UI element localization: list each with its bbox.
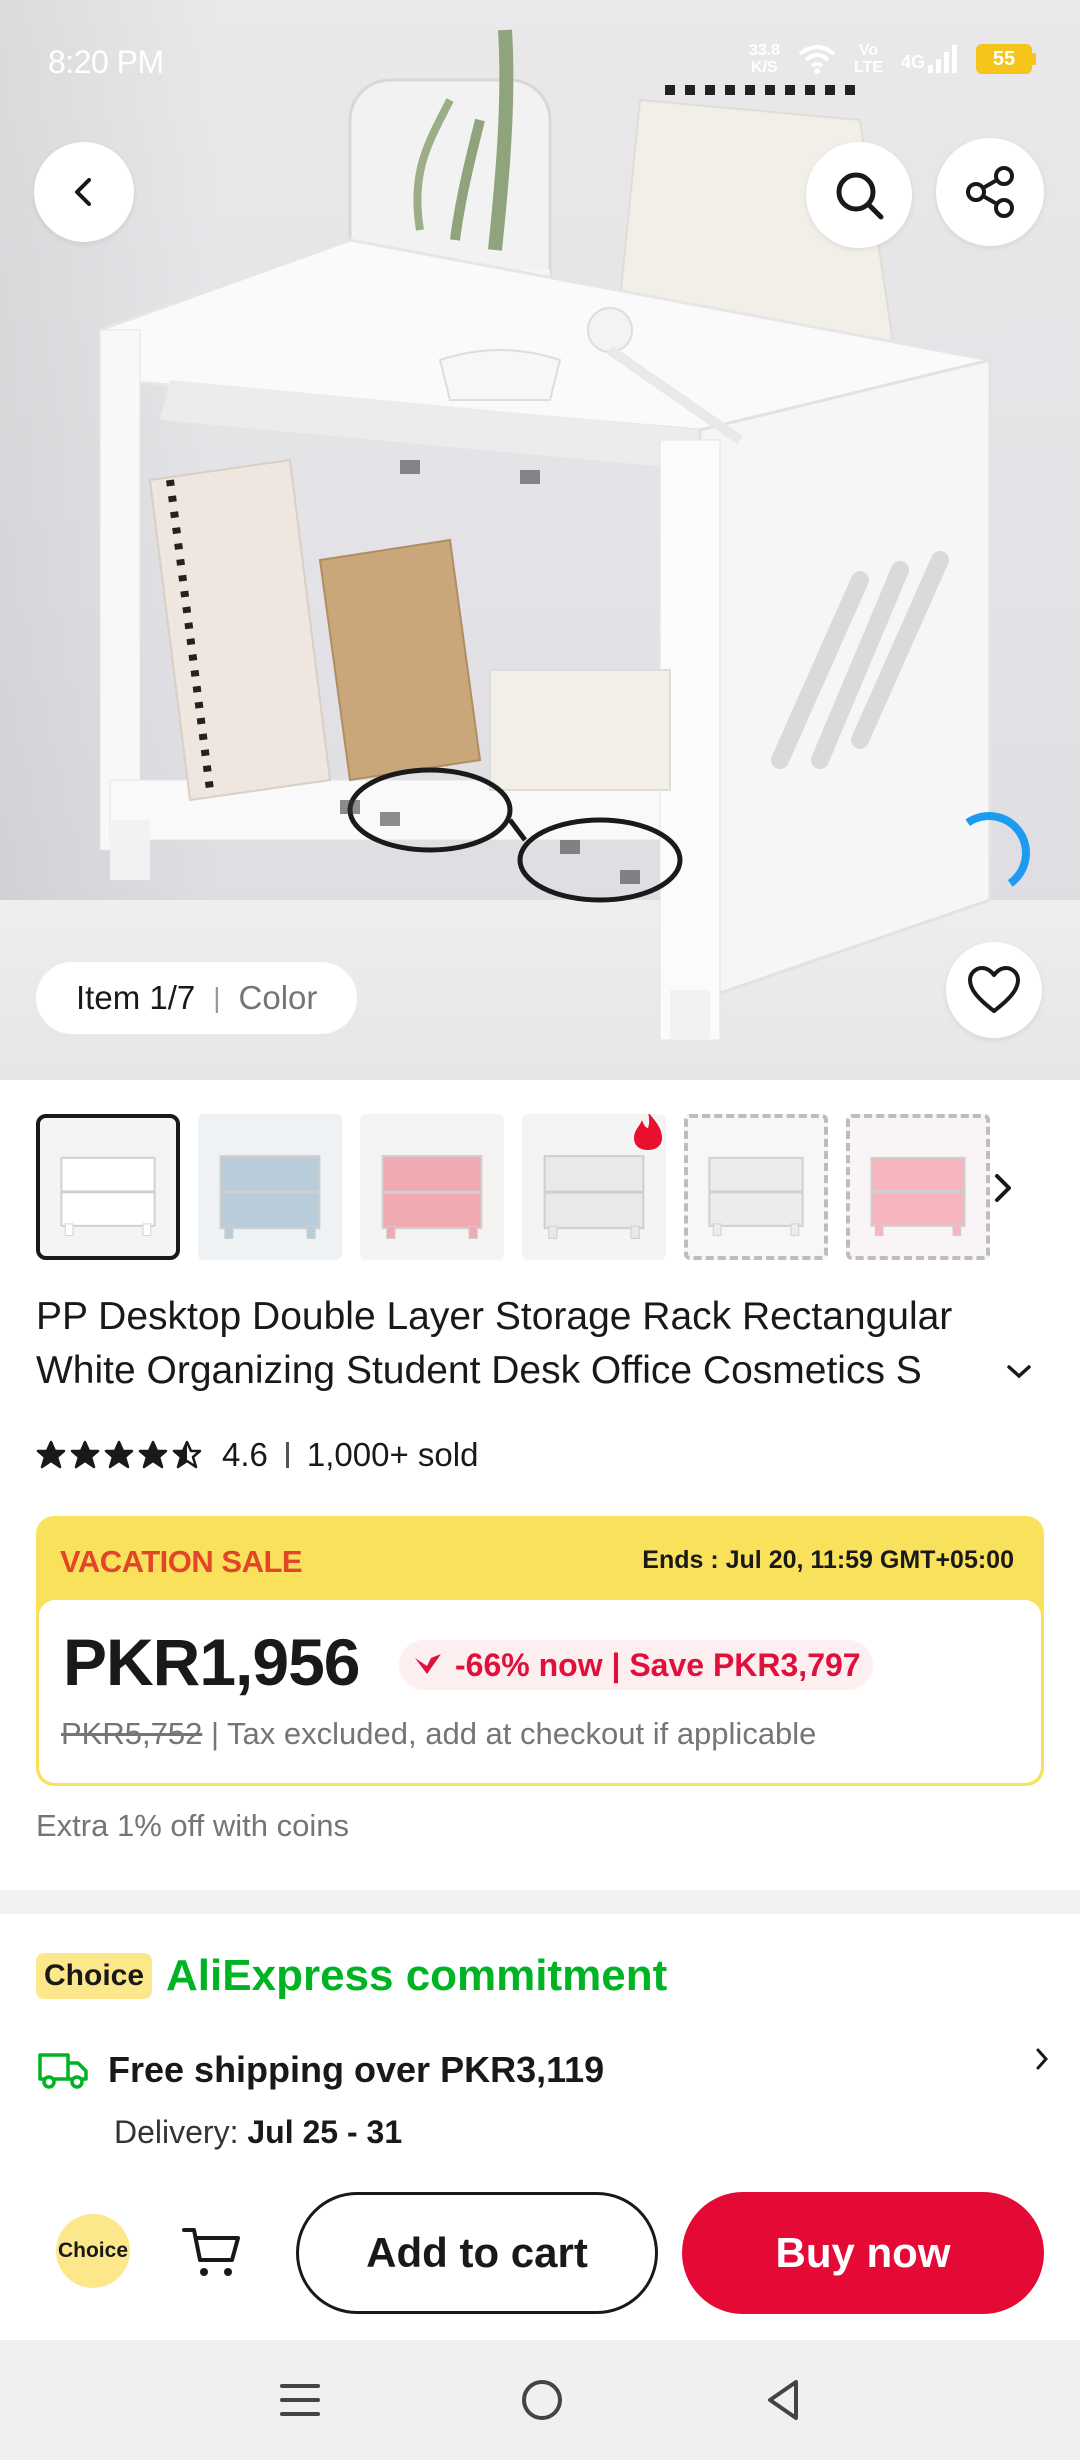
chevron-left-icon — [75, 178, 91, 206]
network-speed: 33.8 K/S — [749, 42, 780, 76]
original-price-row: PKR5,752 | Tax excluded, add at checkout… — [61, 1716, 816, 1752]
action-bar: Choice Add to cart Buy now — [0, 2170, 1080, 2340]
home-icon[interactable] — [519, 2377, 565, 2423]
menu-icon[interactable] — [278, 2380, 322, 2420]
system-nav-bar — [0, 2340, 1080, 2460]
expand-title-icon[interactable] — [1004, 1362, 1034, 1382]
star-icon — [172, 1440, 202, 1469]
delivery-dates: Jul 25 - 31 — [247, 2114, 403, 2150]
current-price: PKR1,956 — [63, 1625, 361, 1699]
truck-icon — [38, 2053, 88, 2089]
delivery-row: Delivery: Jul 25 - 31 — [114, 2114, 402, 2151]
item-count: Item 1/7 — [76, 979, 196, 1016]
commitment-title: AliExpress commitment — [166, 1951, 668, 2000]
status-icons: 33.8 K/S Vo LTE 4G 55 — [749, 42, 1036, 76]
network-speed-value: 33.8 — [748, 42, 780, 59]
discount-text: -66% now | Save PKR3,797 — [455, 1646, 861, 1683]
wishlist-button[interactable] — [946, 942, 1042, 1038]
rating-value: 4.6 — [222, 1436, 268, 1473]
product-title[interactable]: PP Desktop Double Layer Storage Rack Rec… — [36, 1290, 1046, 1398]
shipping-chevron-icon[interactable] — [1032, 2044, 1052, 2074]
search-button[interactable] — [806, 142, 912, 248]
chevron-right-icon — [995, 1174, 1011, 1202]
pill-separator: | — [213, 982, 221, 1013]
coins-note: Extra 1% off with coins — [36, 1808, 350, 1843]
volte-top: Vo — [858, 42, 879, 59]
rating-divider — [285, 1442, 289, 1468]
status-time: 8:20 PM — [48, 44, 164, 80]
thumbnail-6[interactable] — [846, 1114, 990, 1260]
sale-ends: Ends : Jul 20, 11:59 GMT+05:00 — [642, 1546, 1014, 1574]
network-type: 4G — [900, 52, 925, 72]
volte-indicator: Vo LTE — [854, 42, 883, 76]
thumbnail-3[interactable] — [360, 1114, 504, 1260]
shipping-text: Free shipping over PKR3,119 — [108, 2049, 605, 2090]
thumbnail-strip — [36, 1114, 1080, 1260]
thumbnail-rack-image — [708, 1156, 804, 1237]
item-color-label: Color — [238, 979, 318, 1016]
star-icon — [70, 1440, 100, 1469]
rating-stars — [36, 1440, 202, 1470]
wifi-icon — [798, 45, 836, 74]
thumbnail-rack-image — [381, 1155, 483, 1239]
choice-badge: Choice — [36, 1953, 153, 1999]
thumbnail-4[interactable] — [522, 1114, 666, 1260]
back-nav-icon[interactable] — [762, 2377, 802, 2423]
battery-icon: 55 — [976, 44, 1036, 74]
thumbnail-5[interactable] — [684, 1114, 828, 1260]
heart-icon — [968, 966, 1020, 1013]
add-to-cart-button[interactable]: Add to cart — [296, 2192, 658, 2314]
storage-rack-photo — [98, 29, 992, 1041]
thumbnail-rack-image — [60, 1156, 156, 1237]
commitment-header: Choice AliExpress commitment — [36, 1946, 667, 2006]
thumbnail-rack-image — [870, 1156, 966, 1237]
hot-flame-icon — [634, 1114, 662, 1150]
share-button[interactable] — [936, 138, 1044, 246]
star-icon — [36, 1440, 66, 1469]
sale-label: VACATION SALE — [60, 1544, 303, 1579]
share-icon — [966, 166, 1014, 218]
discount-badge: -66% now | Save PKR3,797 — [399, 1640, 873, 1690]
rating-row[interactable]: 4.6 1,000+ sold — [36, 1430, 478, 1480]
status-bar: 8:20 PM 33.8 K/S Vo LTE 4G 55 — [0, 0, 1080, 130]
sold-count: 1,000+ sold — [306, 1436, 479, 1473]
shipping-row[interactable]: Free shipping over PKR3,119 — [36, 2040, 1046, 2100]
choice-store-button[interactable]: Choice — [56, 2214, 130, 2288]
original-price: PKR5,752 — [61, 1716, 203, 1751]
network-speed-unit: K/S — [751, 59, 778, 76]
thumbnails-next-button[interactable] — [978, 1158, 1028, 1218]
back-button[interactable] — [34, 142, 134, 242]
cart-icon[interactable] — [180, 2222, 246, 2282]
thumbnail-1[interactable] — [36, 1114, 180, 1260]
product-image-gallery[interactable] — [0, 0, 1080, 1080]
price-drop-icon — [415, 1654, 441, 1674]
buy-now-button[interactable]: Buy now — [682, 2192, 1044, 2314]
tax-note: | Tax excluded, add at checkout if appli… — [202, 1716, 817, 1751]
thumbnail-rack-image — [219, 1155, 321, 1239]
search-icon — [836, 172, 884, 220]
battery-level: 55 — [976, 44, 1032, 74]
thumbnail-2[interactable] — [198, 1114, 342, 1260]
item-counter-pill[interactable]: Item 1/7 | Color — [36, 962, 358, 1034]
star-icon — [104, 1440, 134, 1469]
star-icon — [138, 1440, 168, 1469]
signal-bars-icon — [928, 45, 957, 73]
price-panel: PKR1,956 -66% now | Save PKR3,797 PKR5,7… — [39, 1600, 1041, 1783]
delivery-label: Delivery: — [114, 2114, 248, 2150]
battery-tip — [1032, 53, 1036, 65]
signal-icon: 4G — [901, 45, 958, 73]
volte-bottom: LTE — [853, 59, 883, 76]
section-divider — [0, 1890, 1080, 1914]
sale-banner: VACATION SALE Ends : Jul 20, 11:59 GMT+0… — [36, 1516, 1044, 1786]
